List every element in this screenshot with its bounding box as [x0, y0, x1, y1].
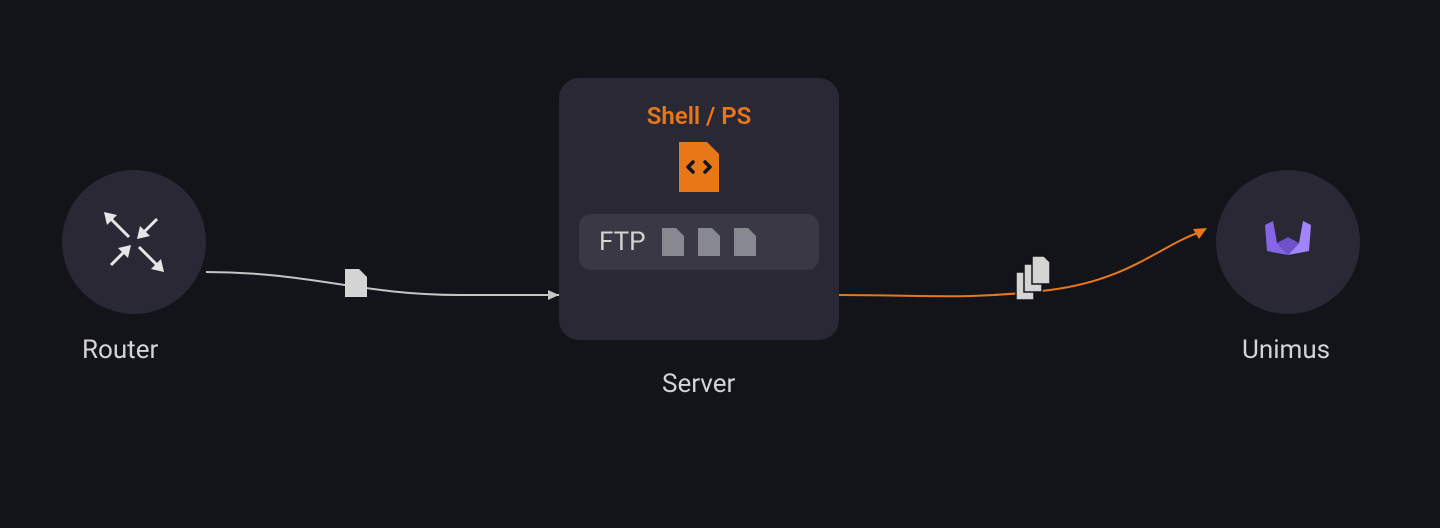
ftp-row: FTP — [579, 214, 819, 270]
unimus-node — [1216, 170, 1360, 314]
unimus-label: Unimus — [1242, 335, 1330, 365]
file-icon-single — [343, 267, 369, 299]
file-stack-icon — [1014, 254, 1060, 306]
file-icon — [732, 226, 758, 258]
router-label: Router — [82, 335, 158, 365]
file-icon — [696, 226, 722, 258]
ftp-files — [660, 226, 758, 258]
server-label: Server — [662, 369, 735, 399]
server-node: Shell / PS FTP — [559, 78, 839, 340]
file-icon — [660, 226, 686, 258]
router-node — [62, 170, 206, 314]
router-arrows-icon — [99, 207, 169, 277]
shell-title: Shell / PS — [647, 102, 752, 130]
ftp-label: FTP — [599, 227, 646, 257]
unimus-logo-icon — [1253, 207, 1323, 277]
code-file-icon — [677, 140, 721, 194]
